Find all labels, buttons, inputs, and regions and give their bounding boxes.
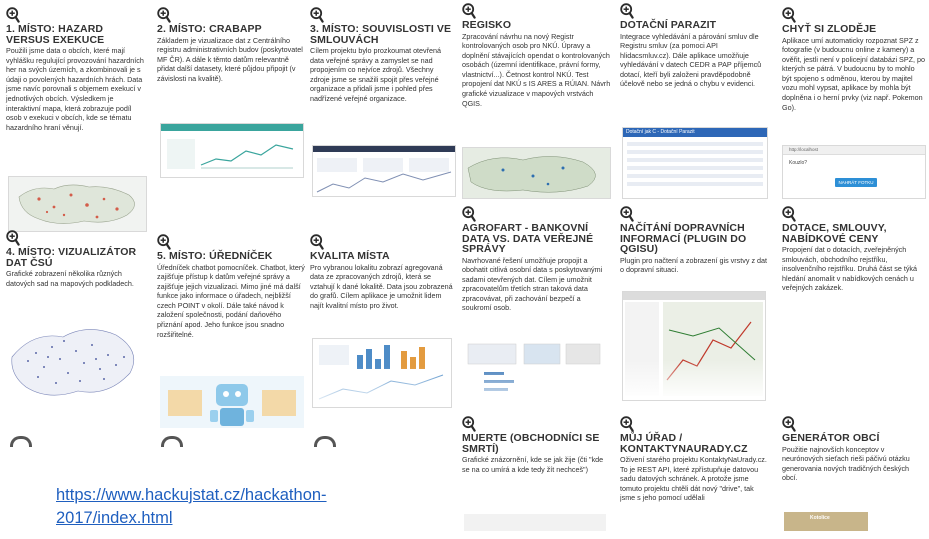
card-title: 3. místo: Souvislosti ve smlouvách <box>310 23 452 46</box>
crabapp-header-bar <box>161 124 303 131</box>
partial-zoom-icon <box>10 436 32 447</box>
vizualizator-map-thumbnail[interactable] <box>8 317 145 407</box>
card-hazard[interactable]: 1. místo: Hazard versus exekuce Použili … <box>6 7 146 132</box>
card-title: AgroFart - Bankovní data vs. data veřejn… <box>462 222 594 255</box>
agrofart-thumbnail[interactable] <box>464 340 606 406</box>
card-title: Dotace, smlouvy, nabídkové ceny <box>782 222 887 245</box>
zoom-in-icon[interactable] <box>782 7 796 23</box>
card-title: 2. místo: CrabApp <box>157 23 262 35</box>
partial-zoom-icon <box>161 436 183 447</box>
thumbnail-fade <box>464 366 606 406</box>
partial-zoom-icon <box>314 436 336 447</box>
souvislosti-thumbnail[interactable] <box>312 145 456 197</box>
card-urednicek[interactable]: 5. místo: Úředníček Úředníček chatbot po… <box>157 234 307 339</box>
card-description: Grafické zobrazení několika různých dato… <box>6 269 134 288</box>
thumbnail-fade <box>313 367 451 407</box>
zoom-in-icon[interactable] <box>620 416 634 432</box>
card-description: Cílem projektu bylo prozkoumat otevřená … <box>310 46 442 103</box>
dopravni-plugin-thumbnail[interactable] <box>622 291 766 401</box>
zoom-in-icon[interactable] <box>782 416 796 432</box>
card-description: Zpracování návrhu na nový Registr kontro… <box>462 31 611 108</box>
card-regisko[interactable]: Regisko Zpracování návrhu na nový Regist… <box>462 3 612 108</box>
card-description: Úředníček chatbot pomocníček. Chatbot, k… <box>157 262 305 339</box>
zoom-in-icon[interactable] <box>6 230 20 246</box>
muerte-thumbnail[interactable] <box>464 514 606 531</box>
zoom-in-icon[interactable] <box>462 206 476 222</box>
souvislosti-charts <box>316 158 452 193</box>
card-dopravni-plugin[interactable]: Načítání dopravních informací (plugin do… <box>620 206 770 275</box>
card-description: Oživení starého projektu KontaktyNaUrady… <box>620 455 767 503</box>
card-title: 4. místo: Vizualizátor dat ČSÚ <box>6 246 137 269</box>
card-description: Integrace vyhledávání a párování smluv d… <box>620 31 762 89</box>
zoom-in-icon[interactable] <box>310 234 324 250</box>
card-kvalita-mista[interactable]: Kvalita místa Pro vybranou lokalitu zobr… <box>310 234 454 310</box>
qgis-map-image <box>467 156 596 193</box>
card-description: Aplikace umí automaticky rozpoznat SPZ z… <box>782 35 926 112</box>
browser-bar: http://localhost <box>783 146 925 155</box>
card-title: 1. místo: Hazard versus exekuce <box>6 23 105 46</box>
card-muj-urad[interactable]: Můj úřad / kontaktynaurady.cz Oživení st… <box>620 416 770 539</box>
card-description: Navrhované řešení umožňuje propojit a ob… <box>462 255 603 313</box>
card-chyt-si-zlodeje[interactable]: Chyť si zloděje Aplikace umí automaticky… <box>782 7 926 112</box>
crabapp-chart <box>167 139 294 169</box>
card-dotacni-parazit[interactable]: Dotační parazit Integrace vyhledávání a … <box>620 3 770 89</box>
czech-map-image <box>18 184 135 224</box>
card-vizualizator-csu[interactable]: 4. místo: Vizualizátor dat ČSÚ Grafické … <box>6 230 146 288</box>
card-description: Základem je vizualizace dat z Centrálníh… <box>157 35 303 83</box>
card-title: Chyť si zloděje <box>782 23 877 35</box>
dotacni-parazit-thumbnail[interactable]: Dotační jak C - Dotační Parazit <box>622 127 768 199</box>
card-dotace-smlouvy[interactable]: Dotace, smlouvy, nabídkové ceny Propojen… <box>782 206 926 293</box>
urednicek-robot-thumbnail[interactable] <box>160 376 304 428</box>
dotacni-header-bar: Dotační jak C - Dotační Parazit <box>623 128 767 137</box>
card-description: Použili jsme data o obcích, které mají v… <box>6 46 144 132</box>
card-souvislosti[interactable]: 3. místo: Souvislosti ve smlouvách Cílem… <box>310 7 454 104</box>
card-muerte[interactable]: Muerte (obchodníci se smrtí) Grafické zn… <box>462 416 612 474</box>
generator-obci-thumbnail[interactable]: Kotolice <box>784 512 868 531</box>
thumbnail-fade <box>623 360 765 400</box>
chyt-si-zlodeje-thumbnail[interactable]: http://localhost Kouzlo? NAHRÁT FOTKU <box>782 145 926 199</box>
zoom-in-icon[interactable] <box>157 234 171 250</box>
card-title: Muerte (obchodníci se smrtí) <box>462 432 600 455</box>
card-title: Kvalita místa <box>310 250 390 262</box>
card-crabapp[interactable]: 2. místo: CrabApp Základem je vizualizac… <box>157 7 307 83</box>
regisko-map-thumbnail[interactable] <box>462 147 611 199</box>
zoom-in-icon[interactable] <box>620 3 634 19</box>
upload-photo-button[interactable]: NAHRÁT FOTKU <box>835 178 877 187</box>
card-title: 5. místo: Úředníček <box>157 250 273 262</box>
card-title: Generátor obcí <box>782 432 880 444</box>
hazard-map-thumbnail[interactable] <box>8 176 147 232</box>
card-title: Můj úřad / kontaktynaurady.cz <box>620 432 748 455</box>
dotacni-table <box>627 142 763 186</box>
card-title: Dotační parazit <box>620 19 717 31</box>
card-description: Propojení dat o dotacích, zveřejněných s… <box>782 245 918 293</box>
card-generator-obci[interactable]: Generátor obcí Použitie najnovších konce… <box>782 416 926 483</box>
card-description: Plugin pro načtení a zobrazení gis vrstv… <box>620 255 768 275</box>
card-description: Grafické znázornění, kde se jak žije (čt… <box>462 455 604 474</box>
card-description: Použitie najnovších konceptov v neurónov… <box>782 444 910 483</box>
zoom-in-icon[interactable] <box>157 7 171 23</box>
zoom-in-icon[interactable] <box>462 416 476 432</box>
qgis-toolbar <box>623 292 765 300</box>
robot-illustration <box>168 384 296 426</box>
chyt-prompt: Kouzlo? <box>789 160 808 166</box>
csu-dot-map <box>11 329 134 396</box>
hackathon-url-link[interactable]: https://www.hackujstat.cz/hackathon-2017… <box>56 484 346 530</box>
card-title: Regisko <box>462 19 512 31</box>
kvalita-mista-thumbnail[interactable] <box>312 338 452 408</box>
zoom-in-icon[interactable] <box>6 7 20 23</box>
zoom-in-icon[interactable] <box>620 206 634 222</box>
crabapp-thumbnail[interactable] <box>160 123 304 178</box>
zoom-in-icon[interactable] <box>462 3 476 19</box>
zoom-in-icon[interactable] <box>310 7 324 23</box>
card-agrofart[interactable]: AgroFart - Bankovní data vs. data veřejn… <box>462 206 612 313</box>
card-description: Pro vybranou lokalitu zobrazí agregovaná… <box>310 262 453 310</box>
generator-village-label: Kotolice <box>810 515 830 521</box>
zoom-in-icon[interactable] <box>782 206 796 222</box>
card-title: Načítání dopravních informací (plugin do… <box>620 222 747 255</box>
